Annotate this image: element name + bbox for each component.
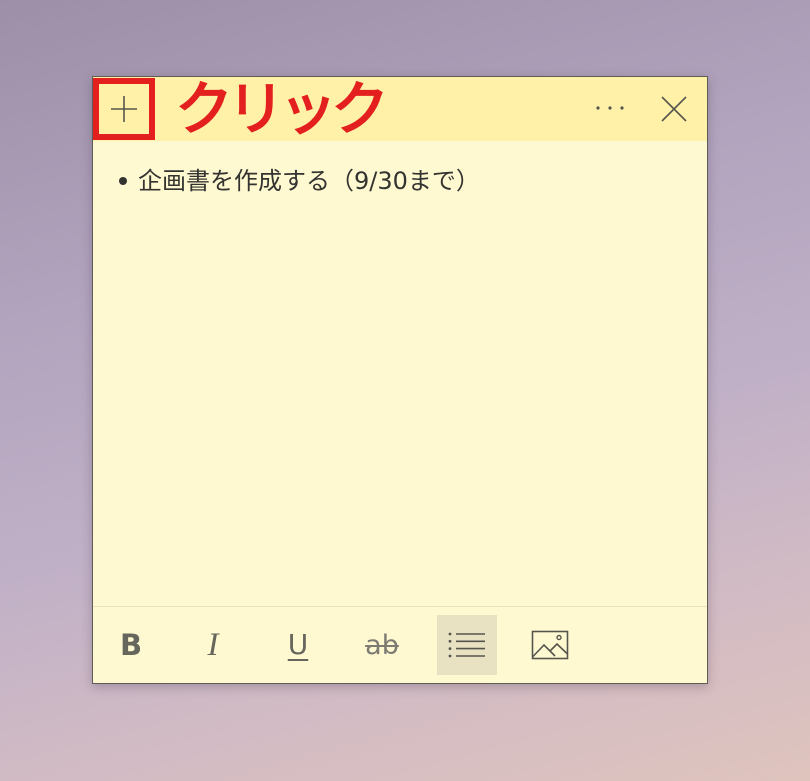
note-header: クリック (93, 77, 707, 141)
list-item-text: 企画書を作成する（9/30まで） (138, 167, 480, 195)
strikethrough-button[interactable]: ab (352, 615, 412, 675)
bold-button[interactable]: B (101, 615, 161, 675)
bullet-dot (119, 177, 127, 185)
underline-button[interactable]: U (268, 615, 328, 675)
underline-glyph: U (287, 628, 309, 661)
more-options-button[interactable] (585, 88, 635, 128)
bullet-list-button[interactable] (437, 615, 497, 675)
bold-glyph: B (119, 627, 143, 662)
close-button[interactable] (651, 89, 697, 129)
italic-glyph: I (207, 626, 219, 663)
close-icon (661, 96, 687, 122)
more-icon (596, 106, 624, 110)
click-annotation: クリック (175, 75, 389, 143)
sticky-note-window: クリック 企画書を作成する（9/30まで） B I U ab (92, 76, 708, 684)
note-content-editor[interactable]: 企画書を作成する（9/30まで） (93, 141, 707, 606)
formatting-toolbar: B I U ab (93, 606, 707, 683)
bullet-list-icon (448, 632, 485, 658)
plus-icon (111, 96, 137, 122)
list-item[interactable]: 企画書を作成する（9/30まで） (119, 165, 480, 197)
italic-button[interactable]: I (183, 615, 243, 675)
strikethrough-glyph: ab (365, 629, 399, 661)
image-icon (531, 630, 569, 660)
add-note-button[interactable] (93, 78, 155, 140)
insert-image-button[interactable] (520, 615, 580, 675)
